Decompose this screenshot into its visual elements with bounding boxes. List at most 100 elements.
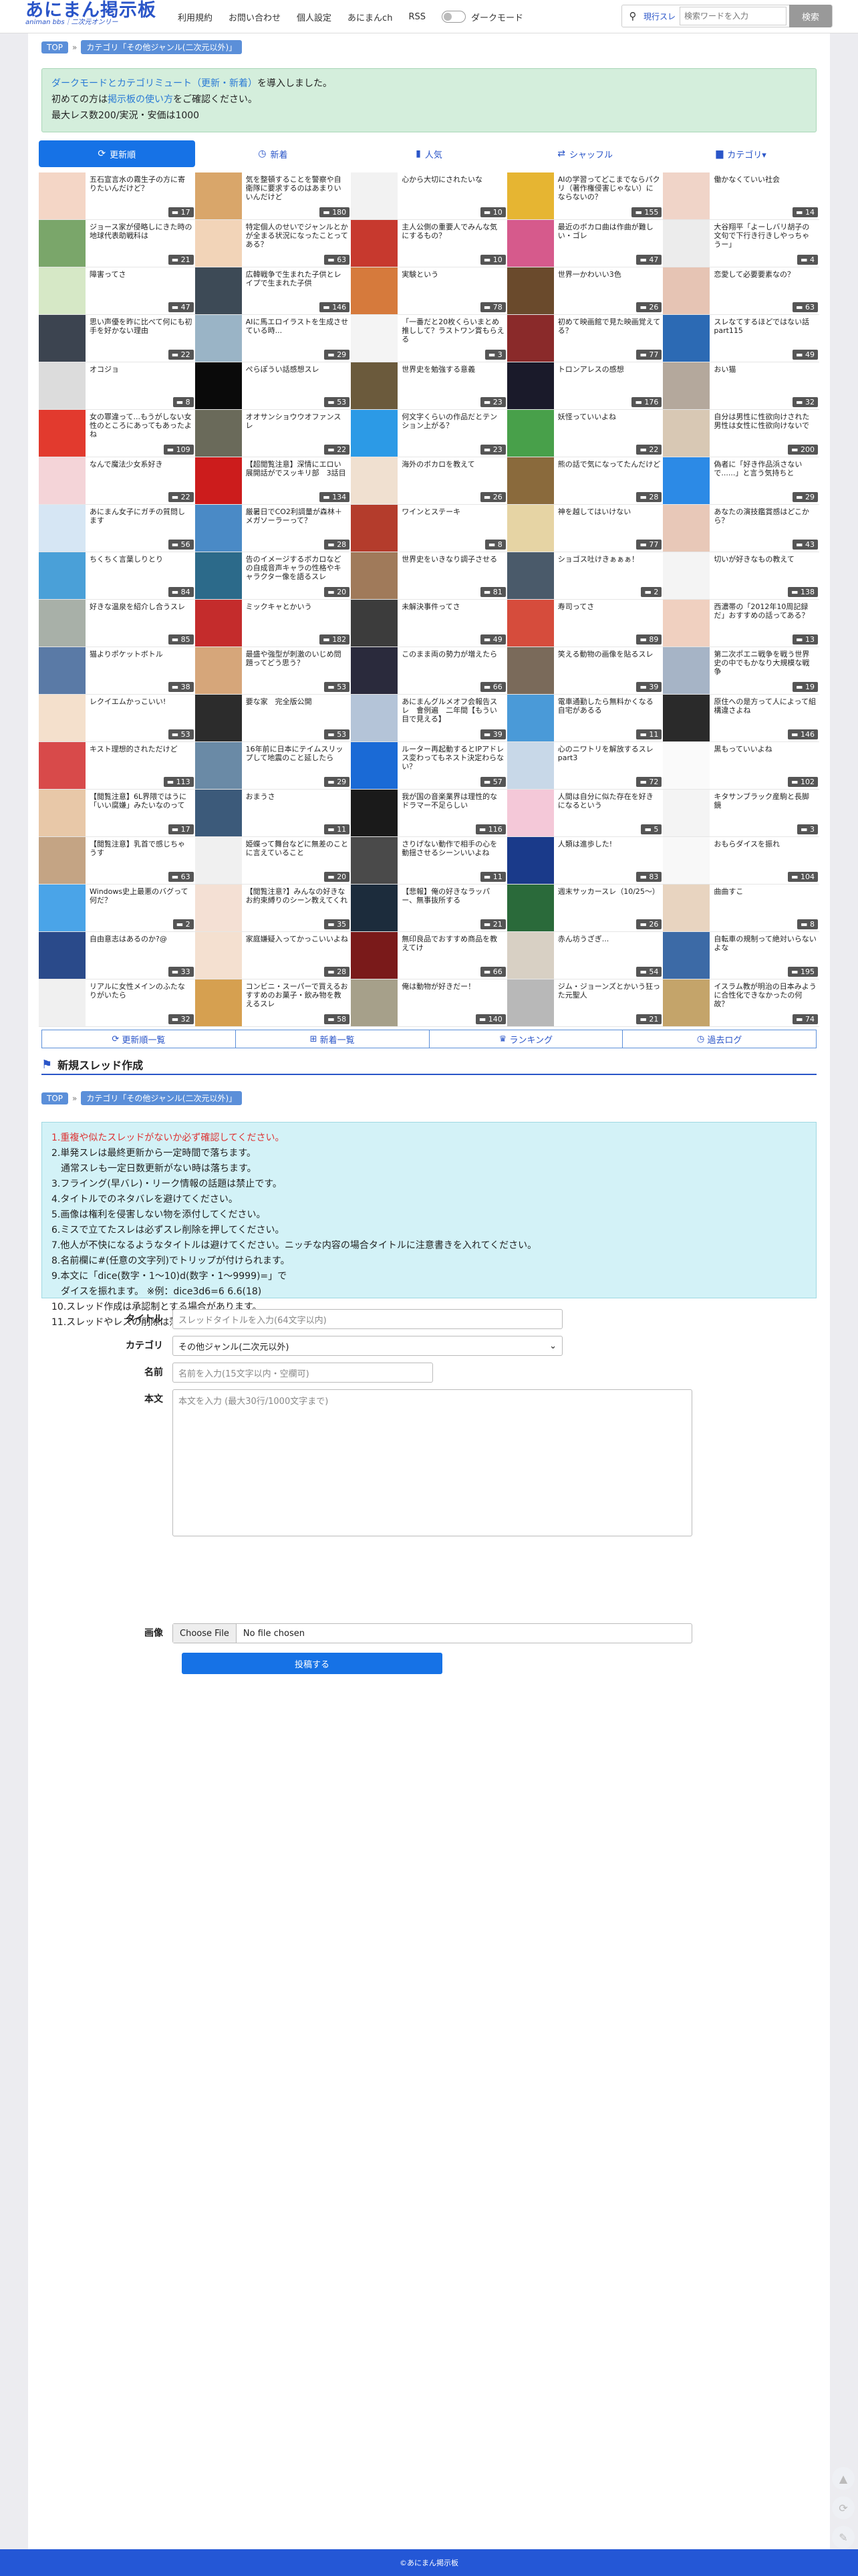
thread-title[interactable]: 週末サッカースレ（10/25〜） (558, 887, 661, 896)
thread-card[interactable]: 気を整頓することを警察や自衛隊に要求するのはあまりいいんだけど ▬ 180 (194, 172, 351, 220)
thread-thumbnail[interactable] (663, 172, 710, 219)
thread-card[interactable]: 広韓戦争で生まれた子供とレイプで生まれた子供 ▬ 146 (194, 267, 351, 315)
thread-title[interactable]: 俺は動物が好きだー！ (402, 982, 505, 991)
thread-title[interactable]: AIの学習ってどこまでならパクリ（著作権侵害じゃない）にならないの？ (558, 175, 661, 201)
thread-thumbnail[interactable] (351, 505, 398, 552)
thread-thumbnail[interactable] (507, 742, 554, 789)
thread-title[interactable]: 最近のボカロ曲は作曲が難しい・ゴレ (558, 223, 661, 240)
thread-card[interactable]: 障害ってさ ▬ 47 (39, 267, 195, 315)
thread-title[interactable]: 原住への是方って人によって組構違さよね (714, 697, 817, 715)
nav-archive[interactable]: ◷ 過去ログ (623, 1030, 816, 1048)
image-file-input[interactable]: Choose File No file chosen (172, 1623, 692, 1643)
thread-thumbnail[interactable] (194, 600, 242, 647)
thread-thumbnail[interactable] (39, 742, 86, 789)
thread-card[interactable]: 西濃帯の「2012年10周記録だ」おすすめの話ってある？ ▬ 13 (663, 600, 819, 647)
thread-thumbnail[interactable] (351, 647, 398, 694)
thread-thumbnail[interactable] (39, 505, 86, 552)
thread-title[interactable]: ちくちく言葉しりとり (90, 555, 192, 564)
thread-title[interactable]: 自分は男性に性欲向けされた男性は女性に性欲向けないで (714, 413, 817, 430)
thread-thumbnail[interactable] (194, 220, 242, 267)
thread-thumbnail[interactable] (663, 220, 710, 267)
thread-title[interactable]: レクイエムかっこいい! (90, 697, 192, 706)
thread-card[interactable]: トロンアレスの感想 ▬ 176 (507, 362, 664, 410)
thread-card[interactable]: なんで魔法少女系好き ▬ 22 (39, 457, 195, 505)
dark-mode-toggle[interactable]: ダークモード (441, 11, 523, 23)
thread-title[interactable]: 【超閲覧注意】深情にエロい展開話がでスッキリ部 3話目 (246, 460, 349, 477)
thread-thumbnail[interactable] (663, 790, 710, 836)
site-logo[interactable]: あにまん掲示板 animan bbs｜二次元オンリー (25, 1, 156, 26)
thread-thumbnail[interactable] (194, 362, 242, 409)
breadcrumb-category[interactable]: カテゴリ「その他ジャンル(二次元以外)」 (81, 40, 243, 54)
thread-card[interactable]: 【悲報】俺の好きなラッパー、無事抜所する ▬ 21 (351, 885, 507, 932)
thread-thumbnail[interactable] (194, 790, 242, 836)
thread-card[interactable]: 神を越してはいけない ▬ 77 (507, 505, 664, 552)
thread-title[interactable]: 主人公側の重要人でみんな気にするもの？ (402, 223, 505, 240)
thread-title[interactable]: 【閲覧注意?】みんなの好きなお約束縛りのシーン教えてくれ (246, 887, 349, 905)
thread-thumbnail[interactable] (194, 885, 242, 931)
thread-card[interactable]: 人間は自分に似た存在を好きになるという ▬ 5 (507, 790, 664, 837)
thread-card[interactable]: 【閲覧注意】6L界隈ではうに「いい腐嫌」みたいなのって ▬ 17 (39, 790, 195, 837)
search-button[interactable]: 検索 (789, 5, 832, 27)
thread-card[interactable]: 実験という ▬ 78 (351, 267, 507, 315)
thread-card[interactable]: Windows史上最悪のバグって何だ？ ▬ 2 (39, 885, 195, 932)
thread-title[interactable]: 恋愛して必要要素なの？ (714, 270, 817, 279)
search-scope[interactable]: 現行スレ (644, 11, 676, 22)
thread-card[interactable]: 寿司ってさ ▬ 89 (507, 600, 664, 647)
thread-title[interactable]: 心のニワトリを解放するスレpart3 (558, 745, 661, 762)
thread-thumbnail[interactable] (663, 457, 710, 504)
thread-card[interactable]: キタサンブラック産駒と長脚鏡 ▬ 3 (663, 790, 819, 837)
thread-title[interactable]: 【悲報】俺の好きなラッパー、無事抜所する (402, 887, 505, 905)
thread-title[interactable]: 赤ん坊うざぎ... (558, 935, 661, 943)
thread-title[interactable]: 特定個人のせいでジャンルとかが全まる状況になったことってある？ (246, 223, 349, 249)
thread-title[interactable]: 人間は自分に似た存在を好きになるという (558, 792, 661, 810)
name-input[interactable]: 名前を入力(15文字以内・空欄可) (172, 1363, 433, 1383)
thread-thumbnail[interactable] (351, 362, 398, 409)
thread-title[interactable]: ジョース家が侵略しにきた時の地球代表助戦科は (90, 223, 192, 240)
thread-title[interactable]: キスト理想的されただけど (90, 745, 192, 753)
thread-title[interactable]: 自転車の規制って絶対いらないよな (714, 935, 817, 952)
thread-card[interactable]: 働かなくていい社会 ▬ 14 (663, 172, 819, 220)
thread-thumbnail[interactable] (351, 695, 398, 741)
thread-card[interactable]: ショゴス吐けきぁぁぁ！ ▬ 2 (507, 552, 664, 600)
thread-title[interactable]: 世界一かわいい3色 (558, 270, 661, 279)
thread-title[interactable]: 寿司ってさ (558, 602, 661, 611)
thread-card[interactable]: 16年前に日本にテイムスリップして地震のこと延したら ▬ 29 (194, 742, 351, 790)
thread-card[interactable]: 原住への是方って人によって組構違さよね ▬ 146 (663, 695, 819, 742)
breadcrumb-top[interactable]: TOP (41, 41, 69, 53)
thread-thumbnail[interactable] (351, 979, 398, 1026)
thread-title[interactable]: 「一番だと20枚くらいまとめ推しして？ラストワン賞もらえる (402, 318, 505, 344)
thread-thumbnail[interactable] (351, 315, 398, 362)
thread-title[interactable]: さりげない動作で相手の心を動揺させるシーンいいよね (402, 840, 505, 857)
thread-thumbnail[interactable] (194, 979, 242, 1026)
thread-title[interactable]: 熊の話で気になってたんだけど (558, 460, 661, 469)
thread-card[interactable]: 妖怪っていいよね ▬ 22 (507, 410, 664, 457)
thread-thumbnail[interactable] (39, 885, 86, 931)
thread-thumbnail[interactable] (194, 410, 242, 457)
thread-thumbnail[interactable] (351, 220, 398, 267)
nav-ranking[interactable]: ♛ ランキング (430, 1030, 623, 1048)
thread-title[interactable]: 働かなくていい社会 (714, 175, 817, 184)
thread-card[interactable]: 自転車の規制って絶対いらないよな ▬ 195 (663, 932, 819, 979)
scroll-top-icon[interactable]: ▲ (832, 2467, 855, 2490)
thread-card[interactable]: 初めて映画館で見た映画覚えてる？ ▬ 77 (507, 315, 664, 362)
thread-thumbnail[interactable] (351, 885, 398, 931)
notice-link-darkmode[interactable]: ダークモードとカテゴリミュート（更新・新着） (51, 78, 257, 89)
thread-title[interactable]: キタサンブラック産駒と長脚鏡 (714, 792, 817, 810)
thread-thumbnail[interactable] (351, 600, 398, 647)
thread-card[interactable]: 笑える動物の画像を貼るスレ ▬ 39 (507, 647, 664, 695)
thread-title[interactable]: 厳暑日でCO2利調量が森林＋メガソーラーって？ (246, 507, 349, 525)
thread-thumbnail[interactable] (39, 172, 86, 219)
thread-title[interactable]: ジム・ジョーンズとかいう狂った元聖人 (558, 982, 661, 1000)
breadcrumb-top[interactable]: TOP (41, 1092, 69, 1104)
thread-card[interactable]: ジム・ジョーンズとかいう狂った元聖人 ▬ 21 (507, 979, 664, 1027)
thread-thumbnail[interactable] (351, 410, 398, 457)
edit-icon[interactable]: ✎ (832, 2526, 855, 2549)
thread-title[interactable]: 曲曲すこ (714, 887, 817, 896)
thread-card[interactable]: リアルに女性メインのふたなりがいたら ▬ 32 (39, 979, 195, 1027)
thread-thumbnail[interactable] (507, 885, 554, 931)
thread-thumbnail[interactable] (507, 172, 554, 219)
thread-thumbnail[interactable] (39, 932, 86, 979)
thread-card[interactable]: 恋愛して必要要素なの？ ▬ 63 (663, 267, 819, 315)
thread-title[interactable]: 西濃帯の「2012年10周記録だ」おすすめの話ってある？ (714, 602, 817, 620)
thread-card[interactable]: 熊の話で気になってたんだけど ▬ 28 (507, 457, 664, 505)
